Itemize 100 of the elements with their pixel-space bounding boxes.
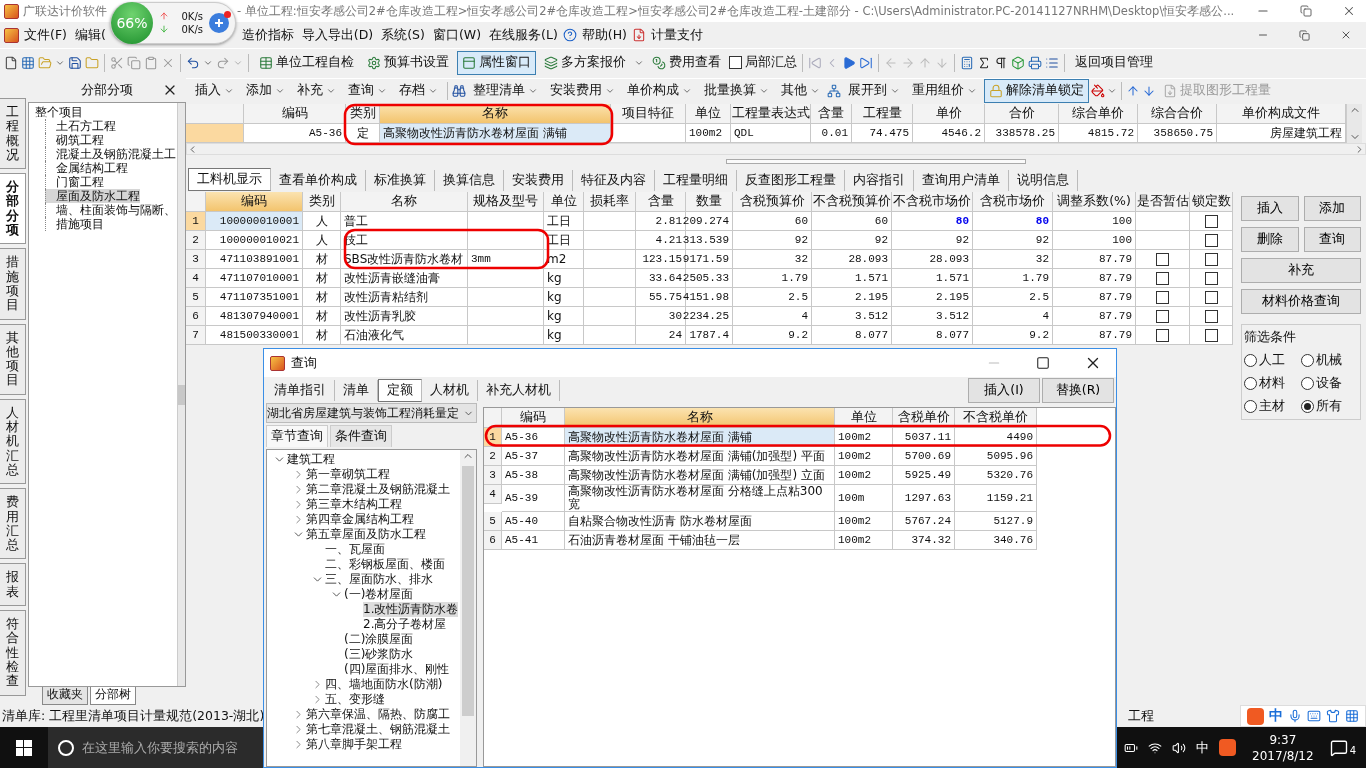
checkbox[interactable] — [1204, 233, 1218, 247]
tab[interactable]: 标准换算 — [366, 170, 435, 191]
tree-item[interactable]: 三、屋面防水、排水 — [325, 572, 433, 587]
windows-icon[interactable] — [16, 739, 32, 756]
library-dropdown[interactable]: 湖北省房屋建筑与装饰工程消耗量定 — [266, 403, 477, 423]
tree-item[interactable]: (四)屋面排水、刚性 — [344, 662, 450, 677]
grid-icon[interactable] — [21, 55, 35, 70]
checkbox[interactable] — [729, 56, 742, 69]
copy-icon[interactable] — [127, 55, 141, 70]
binoculars-icon[interactable] — [452, 83, 466, 98]
row-number[interactable]: 4 — [186, 269, 206, 288]
list-icon[interactable] — [1045, 55, 1059, 70]
checkbox[interactable] — [1204, 309, 1218, 323]
menu-item[interactable]: 编辑( — [71, 24, 109, 46]
query-button[interactable]: 查询 — [1303, 227, 1361, 252]
tab[interactable]: 清单指引 — [266, 379, 335, 401]
toolbar-button[interactable]: 单价构成 — [622, 78, 697, 103]
tree-item[interactable]: 第八章脚手架工程 — [306, 737, 402, 752]
tab[interactable]: 分部树 — [90, 687, 136, 705]
close-icon[interactable] — [1340, 29, 1352, 41]
tab[interactable]: 安装费用 — [504, 170, 573, 191]
tab[interactable]: 补充人材机 — [478, 379, 560, 401]
toolbar-button[interactable]: 费用查看 — [647, 50, 726, 75]
scrollbar[interactable] — [460, 450, 476, 766]
radio-button[interactable]: 设备 — [1301, 375, 1358, 392]
row-number[interactable]: 7 — [186, 326, 206, 345]
tree-item[interactable]: 2.高分子卷材屋 — [363, 617, 447, 632]
tree-item[interactable]: 土石方工程 — [45, 119, 116, 133]
tab[interactable]: 章节查询 — [266, 425, 328, 447]
menu-item[interactable]: 系统(S) — [378, 24, 428, 46]
tree-item[interactable]: 第三章木结构工程 — [306, 497, 402, 512]
tab[interactable]: 人材机 — [422, 379, 478, 401]
tree-item[interactable]: 第四章金属结构工程 — [306, 512, 414, 527]
wifi-icon[interactable] — [1148, 740, 1163, 755]
delete-button[interactable]: 删除 — [1241, 227, 1299, 252]
radio-button[interactable]: 机械 — [1301, 352, 1358, 369]
next-icon[interactable] — [842, 55, 856, 70]
tree-item[interactable]: 第七章混凝土、钢筋混凝土 — [306, 722, 450, 737]
row-number[interactable]: 2 — [186, 231, 206, 250]
calculator-icon[interactable] — [960, 55, 974, 70]
ime-indicator[interactable]: 中 — [1196, 738, 1210, 757]
tree-item[interactable]: 墙、柱面装饰与隔断、 — [45, 203, 176, 217]
tab[interactable]: 换算信息 — [435, 170, 504, 191]
supplement-button[interactable]: 补充 — [1241, 258, 1361, 283]
notification-icon[interactable] — [1329, 738, 1348, 757]
tree-item[interactable]: 第二章混凝土及钢筋混凝土 — [306, 482, 450, 497]
tab[interactable]: 特征及内容 — [573, 170, 655, 191]
tab[interactable]: 定额 — [378, 378, 422, 402]
insert-button[interactable]: 插入 — [1241, 196, 1299, 221]
restore-icon[interactable] — [1300, 5, 1313, 17]
toolbar-button[interactable]: 解除清单锁定 — [984, 78, 1089, 103]
toolbar-button[interactable]: 重用组价 — [907, 78, 982, 103]
checkbox[interactable] — [1156, 309, 1169, 323]
checkbox[interactable] — [1156, 271, 1169, 285]
last-icon[interactable] — [859, 55, 873, 70]
tab[interactable]: 反查图形工程量 — [737, 170, 845, 191]
tree-item[interactable]: (三)砂浆防水 — [344, 647, 414, 662]
toolbar-button[interactable]: 存档 — [394, 78, 443, 103]
side-tab[interactable]: 费用汇总 — [0, 488, 26, 560]
maximize-icon[interactable] — [1036, 356, 1050, 370]
restore-icon[interactable] — [1299, 29, 1310, 41]
open-folder-icon[interactable] — [38, 55, 52, 70]
tree-item[interactable]: 一、瓦屋面 — [325, 542, 385, 557]
shirt-icon[interactable] — [1326, 709, 1340, 723]
splitter-handle[interactable] — [726, 158, 1026, 164]
radio-button[interactable]: 所有 — [1301, 398, 1358, 415]
side-tab[interactable]: 报表 — [0, 563, 26, 606]
side-tab[interactable]: 分部分项 — [0, 173, 26, 245]
tree-item[interactable]: 四、墙地面防水(防潮) — [325, 677, 443, 692]
tab[interactable]: 收藏夹 — [42, 687, 88, 705]
tree-item[interactable]: 第五章屋面及防水工程 — [306, 527, 426, 542]
volume-icon[interactable] — [1172, 740, 1187, 755]
tab[interactable]: 工料机显示 — [188, 168, 271, 191]
checkbox[interactable] — [1156, 328, 1169, 342]
scrollbar[interactable] — [177, 103, 185, 686]
checkbox[interactable] — [1204, 252, 1218, 266]
scrollbar[interactable] — [1346, 104, 1362, 143]
scrollbar[interactable] — [186, 143, 1366, 155]
tree-icon[interactable] — [827, 83, 841, 98]
side-tab[interactable]: 工程概况 — [0, 98, 26, 170]
toolbar-button[interactable]: 属性窗口 — [457, 50, 536, 75]
menu-item[interactable]: 导入导出(D) — [298, 24, 377, 46]
tree-item[interactable]: (一)卷材屋面 — [344, 587, 414, 602]
first-icon[interactable] — [808, 55, 822, 70]
side-tab[interactable]: 人材机汇总 — [0, 398, 26, 485]
sogou-icon[interactable] — [1219, 739, 1237, 756]
toolbar-button[interactable]: 补充 — [292, 78, 341, 103]
add-button[interactable]: 添加 — [1303, 196, 1361, 221]
save-icon[interactable] — [68, 55, 82, 70]
menu-item[interactable]: 文件(F) — [21, 24, 70, 46]
side-tab[interactable]: 措施项目 — [0, 248, 26, 320]
row-number[interactable]: 2 — [484, 447, 502, 466]
move-up-icon[interactable] — [1126, 83, 1140, 98]
tree-item[interactable]: 1.改性沥青防水卷 — [363, 602, 459, 617]
menu-item[interactable]: 帮助(H) — [578, 24, 630, 46]
grid-icon[interactable] — [1345, 709, 1359, 723]
tree-item[interactable]: 措施项目 — [45, 217, 104, 231]
tree-item[interactable]: 混凝土及钢筋混凝土工 — [45, 147, 176, 161]
tree-item[interactable]: 砌筑工程 — [45, 133, 104, 147]
keyboard-icon[interactable] — [1307, 709, 1321, 723]
